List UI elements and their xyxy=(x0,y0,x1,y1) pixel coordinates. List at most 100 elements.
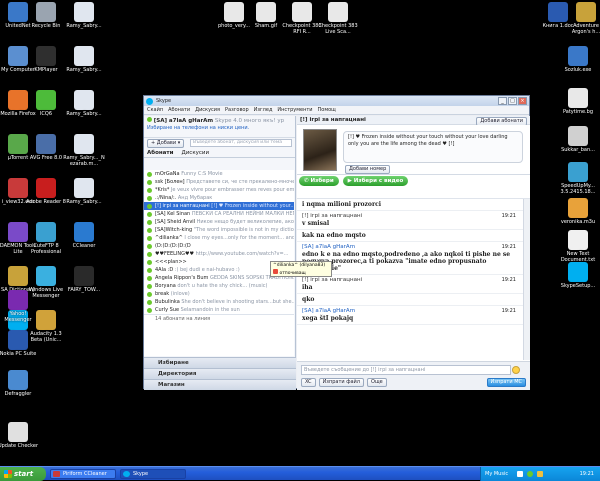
tab-0[interactable]: Абонати xyxy=(147,150,173,156)
chat-message: [SA] a7laA gHarAm 19:21 xega štI pokajq xyxy=(297,306,530,325)
chat-message: qko xyxy=(297,294,530,306)
contact-name: *Kris* xyxy=(155,187,170,193)
contact-name: .:/Ninа/:. xyxy=(155,195,177,201)
contact-row[interactable]: break (inlove) xyxy=(144,290,294,298)
contact-mood: http://www.youtube.com/watch?v=... xyxy=(195,251,289,257)
menu-item-1[interactable]: Абонати xyxy=(168,107,190,113)
file-icon xyxy=(36,134,56,154)
tooltip-status: отпочиващ xyxy=(273,269,329,277)
contact-row[interactable]: *Kris* Je veux vivre pour embrasser mes … xyxy=(144,186,294,194)
minimize-button[interactable]: _ xyxy=(498,97,507,105)
file-icon xyxy=(36,266,56,286)
desktop-left-icon-14[interactable]: Ramy_Sabry... xyxy=(62,178,106,205)
desktop-left-icon-17[interactable]: CCleaner xyxy=(62,222,106,249)
contact-row[interactable]: Bubulinka She don't believe in shooting … xyxy=(144,298,294,306)
desktop-left-icon-11[interactable]: Ramy_Sabry..._Nezarab.m... xyxy=(62,134,106,167)
status-icon[interactable] xyxy=(147,117,152,122)
contact-mood: I close my eyes...only for the moment...… xyxy=(184,235,294,241)
phone-link[interactable]: Избиране на телефони на ниски цени. xyxy=(147,125,292,132)
contact-row[interactable]: ^dilianka^ I close my eyes...only for th… xyxy=(144,234,294,242)
send-sms-button[interactable]: Изпрати МС xyxy=(486,378,526,387)
panel-shop-button[interactable]: Магазин xyxy=(144,379,296,390)
add-number-button[interactable]: Добави номер xyxy=(345,165,391,174)
video-call-button[interactable]: ▶ Избери с видео xyxy=(342,176,409,186)
contact-row[interactable]: .:/Ninа/:. Анд Мубарак xyxy=(144,194,294,202)
menu-item-4[interactable]: Изглед xyxy=(254,107,273,113)
desktop-right-icon-2[interactable]: Sozluk.exe xyxy=(556,46,600,73)
contact-row[interactable]: [SA] Sheid Anvil Никое нещо будет велико… xyxy=(144,218,294,226)
chat-scrollbar[interactable] xyxy=(523,199,530,360)
tray-app-icon[interactable] xyxy=(517,471,523,477)
panel-call-button[interactable]: Избиране xyxy=(144,357,296,368)
close-button[interactable]: × xyxy=(518,97,527,105)
chat-header: [!] ігрі за напгацнані Добави абонати xyxy=(297,116,530,126)
desktop-top-icon-3[interactable]: Checkpoint 383 Live Sca... xyxy=(316,2,360,35)
add-contact-button[interactable]: + Добави ▾ xyxy=(147,139,185,148)
desktop-right-icon-3[interactable]: Patytime.bg xyxy=(556,88,600,115)
tray-volume-icon[interactable] xyxy=(537,471,543,477)
desktop-left-icon-2[interactable]: Ramy_Sabry... xyxy=(62,2,106,29)
contact-row[interactable]: (D:(D:(D:(D:(D xyxy=(144,242,294,250)
desktop-right-icon-6[interactable]: veronika.m3u xyxy=(556,198,600,225)
menu-item-6[interactable]: Помощ xyxy=(318,107,336,113)
profile-name[interactable]: [SA] a7laA gHarAm xyxy=(154,118,213,124)
contact-row[interactable]: [SA] Kel Sinan ПЕВСКИ СА РЕАЛНИ НЕЙНИ МА… xyxy=(144,210,294,218)
desktop-left-icon-5[interactable]: Ramy_Sabry... xyxy=(62,46,106,73)
start-button[interactable]: start xyxy=(0,467,46,481)
desktop-right-icon-5[interactable]: SpeedUpMy... 3.5.2415.18... xyxy=(556,162,600,195)
contact-row[interactable]: Boryana don't u hate the shy chick... (m… xyxy=(144,282,294,290)
desktop-right-icon-8[interactable]: SkypeSetup... xyxy=(556,262,600,289)
contact-row[interactable]: [SA]Witch-king "The word impossible is n… xyxy=(144,226,294,234)
desktop-left-icon-8[interactable]: Ramy_Sabry... xyxy=(62,90,106,117)
window-titlebar[interactable]: Skype _ □ × xyxy=(144,96,529,106)
call-button[interactable]: ✆ Избери xyxy=(299,176,339,186)
desktop-left-icon-20[interactable]: FAIRY_TOW... xyxy=(62,266,106,293)
desktop-icon-label: FAIRY_TOW... xyxy=(67,287,101,293)
tab-1[interactable]: Дискусии xyxy=(181,150,209,156)
desktop-left-icon-24[interactable]: Nokia PC Suite xyxy=(0,330,40,357)
contact-name: ssk [Болен] xyxy=(155,179,185,185)
status-dot-icon xyxy=(147,236,152,241)
contact-row[interactable]: [!] ігрі за напгацнані [!] ♥ Frozen insi… xyxy=(144,202,294,210)
desktop-icon-label: CCleaner xyxy=(72,243,96,249)
contact-row[interactable]: mOrGaNa Funny C:S Movie xyxy=(144,170,294,178)
contact-row[interactable]: ssk [Болен] Представете си, че сте прека… xyxy=(144,178,294,186)
desktop-left-icon-23[interactable]: Yahoo! Messenger xyxy=(0,290,40,323)
input-toolbar-button-1[interactable]: Изпрати файл xyxy=(318,378,365,387)
contact-name: 4Ala :D xyxy=(155,267,174,273)
status-dot-icon xyxy=(147,220,152,225)
search-input[interactable]: Въведете абонат, дискусия или тема xyxy=(190,139,292,147)
desktop-right-icon-4[interactable]: Sukkar_ban... xyxy=(556,126,600,153)
contact-row[interactable]: 14 абонати на линия xyxy=(144,314,294,322)
panel-directory-button[interactable]: Директория xyxy=(144,368,296,379)
task-skype[interactable]: Skype xyxy=(120,469,186,479)
desktop-right-icon-1[interactable]: Adventure Argon's h... xyxy=(564,2,600,35)
input-toolbar-button-2[interactable]: Още xyxy=(367,378,387,387)
desktop-icon-label: Nokia PC Suite xyxy=(0,351,37,357)
tray-skype-icon[interactable] xyxy=(527,471,533,477)
profile-mood[interactable]: Skype 4.0 много якъ! ур xyxy=(215,118,284,124)
input-toolbar-button-0[interactable]: XC xyxy=(301,378,316,387)
desktop-left-icon-26[interactable]: Update Checker xyxy=(0,422,40,449)
file-icon xyxy=(568,126,588,146)
menu-item-0[interactable]: Скайп xyxy=(147,107,163,113)
desktop-left-icon-25[interactable]: Defraggler xyxy=(0,370,40,397)
maximize-button[interactable]: □ xyxy=(508,97,517,105)
phone-icon: ✆ xyxy=(304,178,309,184)
status-dot-icon xyxy=(147,196,152,201)
menu-item-3[interactable]: Разговор xyxy=(225,107,249,113)
taskbar: start Piriform CCleaner Skype My Music 1… xyxy=(0,466,600,481)
contact-name: [SA]Witch-king xyxy=(155,227,193,233)
desktop-icon-label: SkypeSetup... xyxy=(560,283,596,289)
menu-item-2[interactable]: Дискусия xyxy=(195,107,220,113)
tray-label[interactable]: My Music xyxy=(485,467,508,481)
profile-section: [SA] a7laA gHarAm Skype 4.0 много якъ! у… xyxy=(144,116,295,138)
menu-item-5[interactable]: Инструменти xyxy=(277,107,312,113)
status-dot-icon xyxy=(147,276,152,281)
emoticon-icon[interactable] xyxy=(512,366,520,374)
task-ccleaner[interactable]: Piriform CCleaner xyxy=(50,469,116,479)
message-input[interactable]: Въведете съобщение до [!] ігрі за напгац… xyxy=(301,365,511,375)
contact-row[interactable]: Curly Sue Selamandoin in the sun xyxy=(144,306,294,314)
desktop-right-icon-7[interactable]: New Text Document.txt xyxy=(556,230,600,263)
contact-row[interactable]: ♥♥FEELING♥♥ http://www.youtube.com/watch… xyxy=(144,250,294,258)
